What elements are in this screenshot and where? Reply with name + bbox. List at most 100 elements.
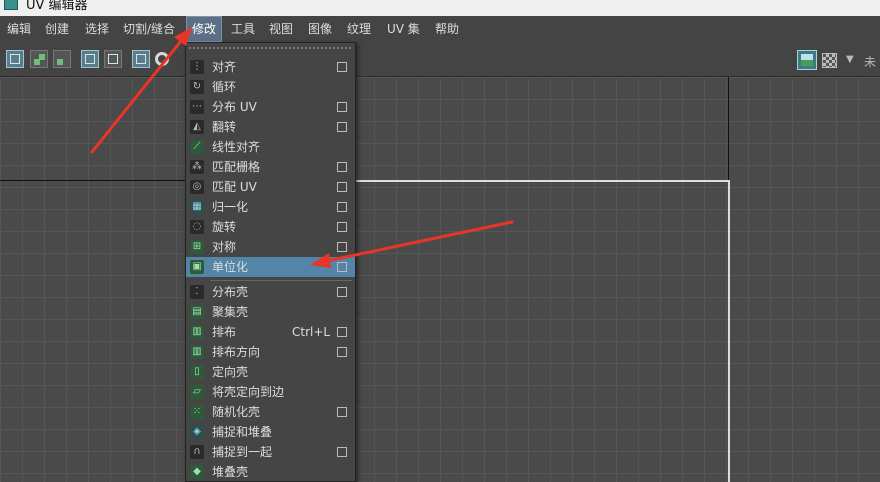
menu-item-label: 聚集壳 (212, 305, 249, 319)
menu-item-symmetry[interactable]: ⊞ 对称 (186, 237, 355, 257)
menu-tools[interactable]: 工具 (226, 16, 260, 42)
option-box-icon[interactable] (337, 122, 347, 132)
option-box-icon[interactable] (337, 347, 347, 357)
menu-item-label: 随机化壳 (212, 405, 261, 419)
normalize-icon: ▦ (190, 200, 204, 214)
menu-item-label: 将壳定向到边 (212, 385, 285, 399)
option-box-icon[interactable] (337, 287, 347, 297)
option-box-icon[interactable] (337, 62, 347, 72)
gather-shells-icon: ▤ (190, 305, 204, 319)
menu-item-label: 匹配 UV (212, 180, 257, 194)
unitize-icon: ▣ (190, 260, 204, 274)
option-box-icon[interactable] (337, 407, 347, 417)
menu-item-distribute-shells[interactable]: ⁚ 分布壳 (186, 282, 355, 302)
menu-item-match-grid[interactable]: ⁂ 匹配栅格 (186, 157, 355, 177)
menu-item-label: 翻转 (212, 120, 237, 134)
window-title: UV 编辑器 (26, 0, 88, 13)
uv-selection-mode-icon[interactable] (6, 50, 24, 68)
modify-dropdown-menu: ⋮ 对齐 ↻ 循环 ⋯ 分布 UV ◭ 翻转 ⟋ 线性对齐 ⁂ 匹配栅格 ◎ 匹… (185, 42, 356, 482)
app-icon (4, 0, 18, 10)
symmetry-icon: ⊞ (190, 240, 204, 254)
menu-view[interactable]: 视图 (264, 16, 298, 42)
menu-uv-set[interactable]: UV 集 (382, 16, 425, 42)
menu-item-label: 定向壳 (212, 365, 249, 379)
menu-item-label: 分布 UV (212, 100, 257, 114)
menu-item-linear-align[interactable]: ⟋ 线性对齐 (186, 137, 355, 157)
horizontal-axis-line (0, 180, 186, 181)
menu-item-distribute-uv[interactable]: ⋯ 分布 UV (186, 97, 355, 117)
menu-item-snap-stack[interactable]: ◈ 捕捉和堆叠 (186, 422, 355, 442)
menu-item-orient-to-edges[interactable]: ▱ 将壳定向到边 (186, 382, 355, 402)
align-icon: ⋮ (190, 60, 204, 74)
uv-space-right-edge (728, 180, 730, 482)
option-box-icon[interactable] (337, 242, 347, 252)
menu-item-flip[interactable]: ◭ 翻转 (186, 117, 355, 137)
orient-shells-icon: ▯ (190, 365, 204, 379)
menu-item-align[interactable]: ⋮ 对齐 (186, 57, 355, 77)
menu-create[interactable]: 创建 (40, 16, 74, 42)
menu-item-label: 循环 (212, 80, 237, 94)
menu-item-orient-shells[interactable]: ▯ 定向壳 (186, 362, 355, 382)
randomize-shells-icon: ⁙ (190, 405, 204, 419)
option-box-icon[interactable] (337, 162, 347, 172)
menu-item-rotate[interactable]: ◌ 旋转 (186, 217, 355, 237)
menu-image[interactable]: 图像 (303, 16, 337, 42)
vertical-axis-line (728, 77, 729, 181)
menu-item-label: 排布 (212, 325, 237, 339)
menu-item-cycle[interactable]: ↻ 循环 (186, 77, 355, 97)
menu-item-shortcut: Ctrl+L (292, 325, 331, 339)
menu-item-label: 捕捉和堆叠 (212, 425, 273, 439)
image-display-icon[interactable] (797, 50, 817, 70)
option-box-icon[interactable] (337, 202, 347, 212)
menu-texture[interactable]: 纹理 (342, 16, 376, 42)
menu-item-snap-together[interactable]: ∩ 捕捉到一起 (186, 442, 355, 462)
window-titlebar: UV 编辑器 (0, 0, 880, 16)
cycle-icon: ↻ (190, 80, 204, 94)
grid-toggle-icon[interactable] (132, 50, 150, 68)
option-box-icon[interactable] (337, 102, 347, 112)
menu-item-gather-shells[interactable]: ▤ 聚集壳 (186, 302, 355, 322)
shell-mode-icon[interactable] (30, 50, 48, 68)
toolbar (0, 42, 880, 77)
backface-mode-icon[interactable] (53, 50, 71, 68)
layout-direction-icon: ▥ (190, 345, 204, 359)
tear-off-handle[interactable] (188, 46, 353, 51)
uv-space-top-edge (355, 180, 730, 182)
checker-icon[interactable] (822, 53, 837, 68)
chevron-down-icon[interactable]: ▼ (846, 54, 854, 65)
rotate-icon: ◌ (190, 220, 204, 234)
option-box-icon[interactable] (337, 327, 347, 337)
menu-item-match-uv[interactable]: ◎ 匹配 UV (186, 177, 355, 197)
orient-to-edges-icon: ▱ (190, 385, 204, 399)
distribute-icon: ⋯ (190, 100, 204, 114)
option-box-icon[interactable] (337, 262, 347, 272)
menu-item-layout-direction[interactable]: ▥ 排布方向 (186, 342, 355, 362)
menu-item-randomize-shells[interactable]: ⁙ 随机化壳 (186, 402, 355, 422)
menu-item-label: 线性对齐 (212, 140, 261, 154)
option-box-icon[interactable] (337, 447, 347, 457)
toolbar-right-label: 未 (864, 55, 877, 69)
menu-item-stack-shells[interactable]: ◆ 堆叠壳 (186, 462, 355, 482)
menu-select[interactable]: 选择 (80, 16, 114, 42)
menu-item-layout[interactable]: ▥ 排布 Ctrl+L (186, 322, 355, 342)
menu-modify[interactable]: 修改 (186, 16, 223, 42)
flip-icon: ◭ (190, 120, 204, 134)
texture-borders-icon[interactable] (81, 50, 99, 68)
menu-cut-sew[interactable]: 切割/缝合 (118, 16, 180, 42)
menu-item-label: 堆叠壳 (212, 465, 249, 479)
menu-help[interactable]: 帮助 (430, 16, 464, 42)
menu-item-normalize[interactable]: ▦ 归一化 (186, 197, 355, 217)
menu-item-label: 匹配栅格 (212, 160, 261, 174)
menu-item-label: 旋转 (212, 220, 237, 234)
pivot-icon[interactable] (155, 52, 169, 66)
match-grid-icon: ⁂ (190, 160, 204, 174)
menu-item-unitize[interactable]: ▣ 单位化 (186, 257, 355, 277)
option-box-icon[interactable] (337, 182, 347, 192)
map-borders-icon[interactable] (104, 50, 122, 68)
distribute-shells-icon: ⁚ (190, 285, 204, 299)
stack-shells-icon: ◆ (190, 465, 204, 479)
match-uv-icon: ◎ (190, 180, 204, 194)
option-box-icon[interactable] (337, 222, 347, 232)
uv-canvas[interactable] (0, 77, 880, 482)
menu-edit[interactable]: 编辑 (2, 16, 36, 42)
